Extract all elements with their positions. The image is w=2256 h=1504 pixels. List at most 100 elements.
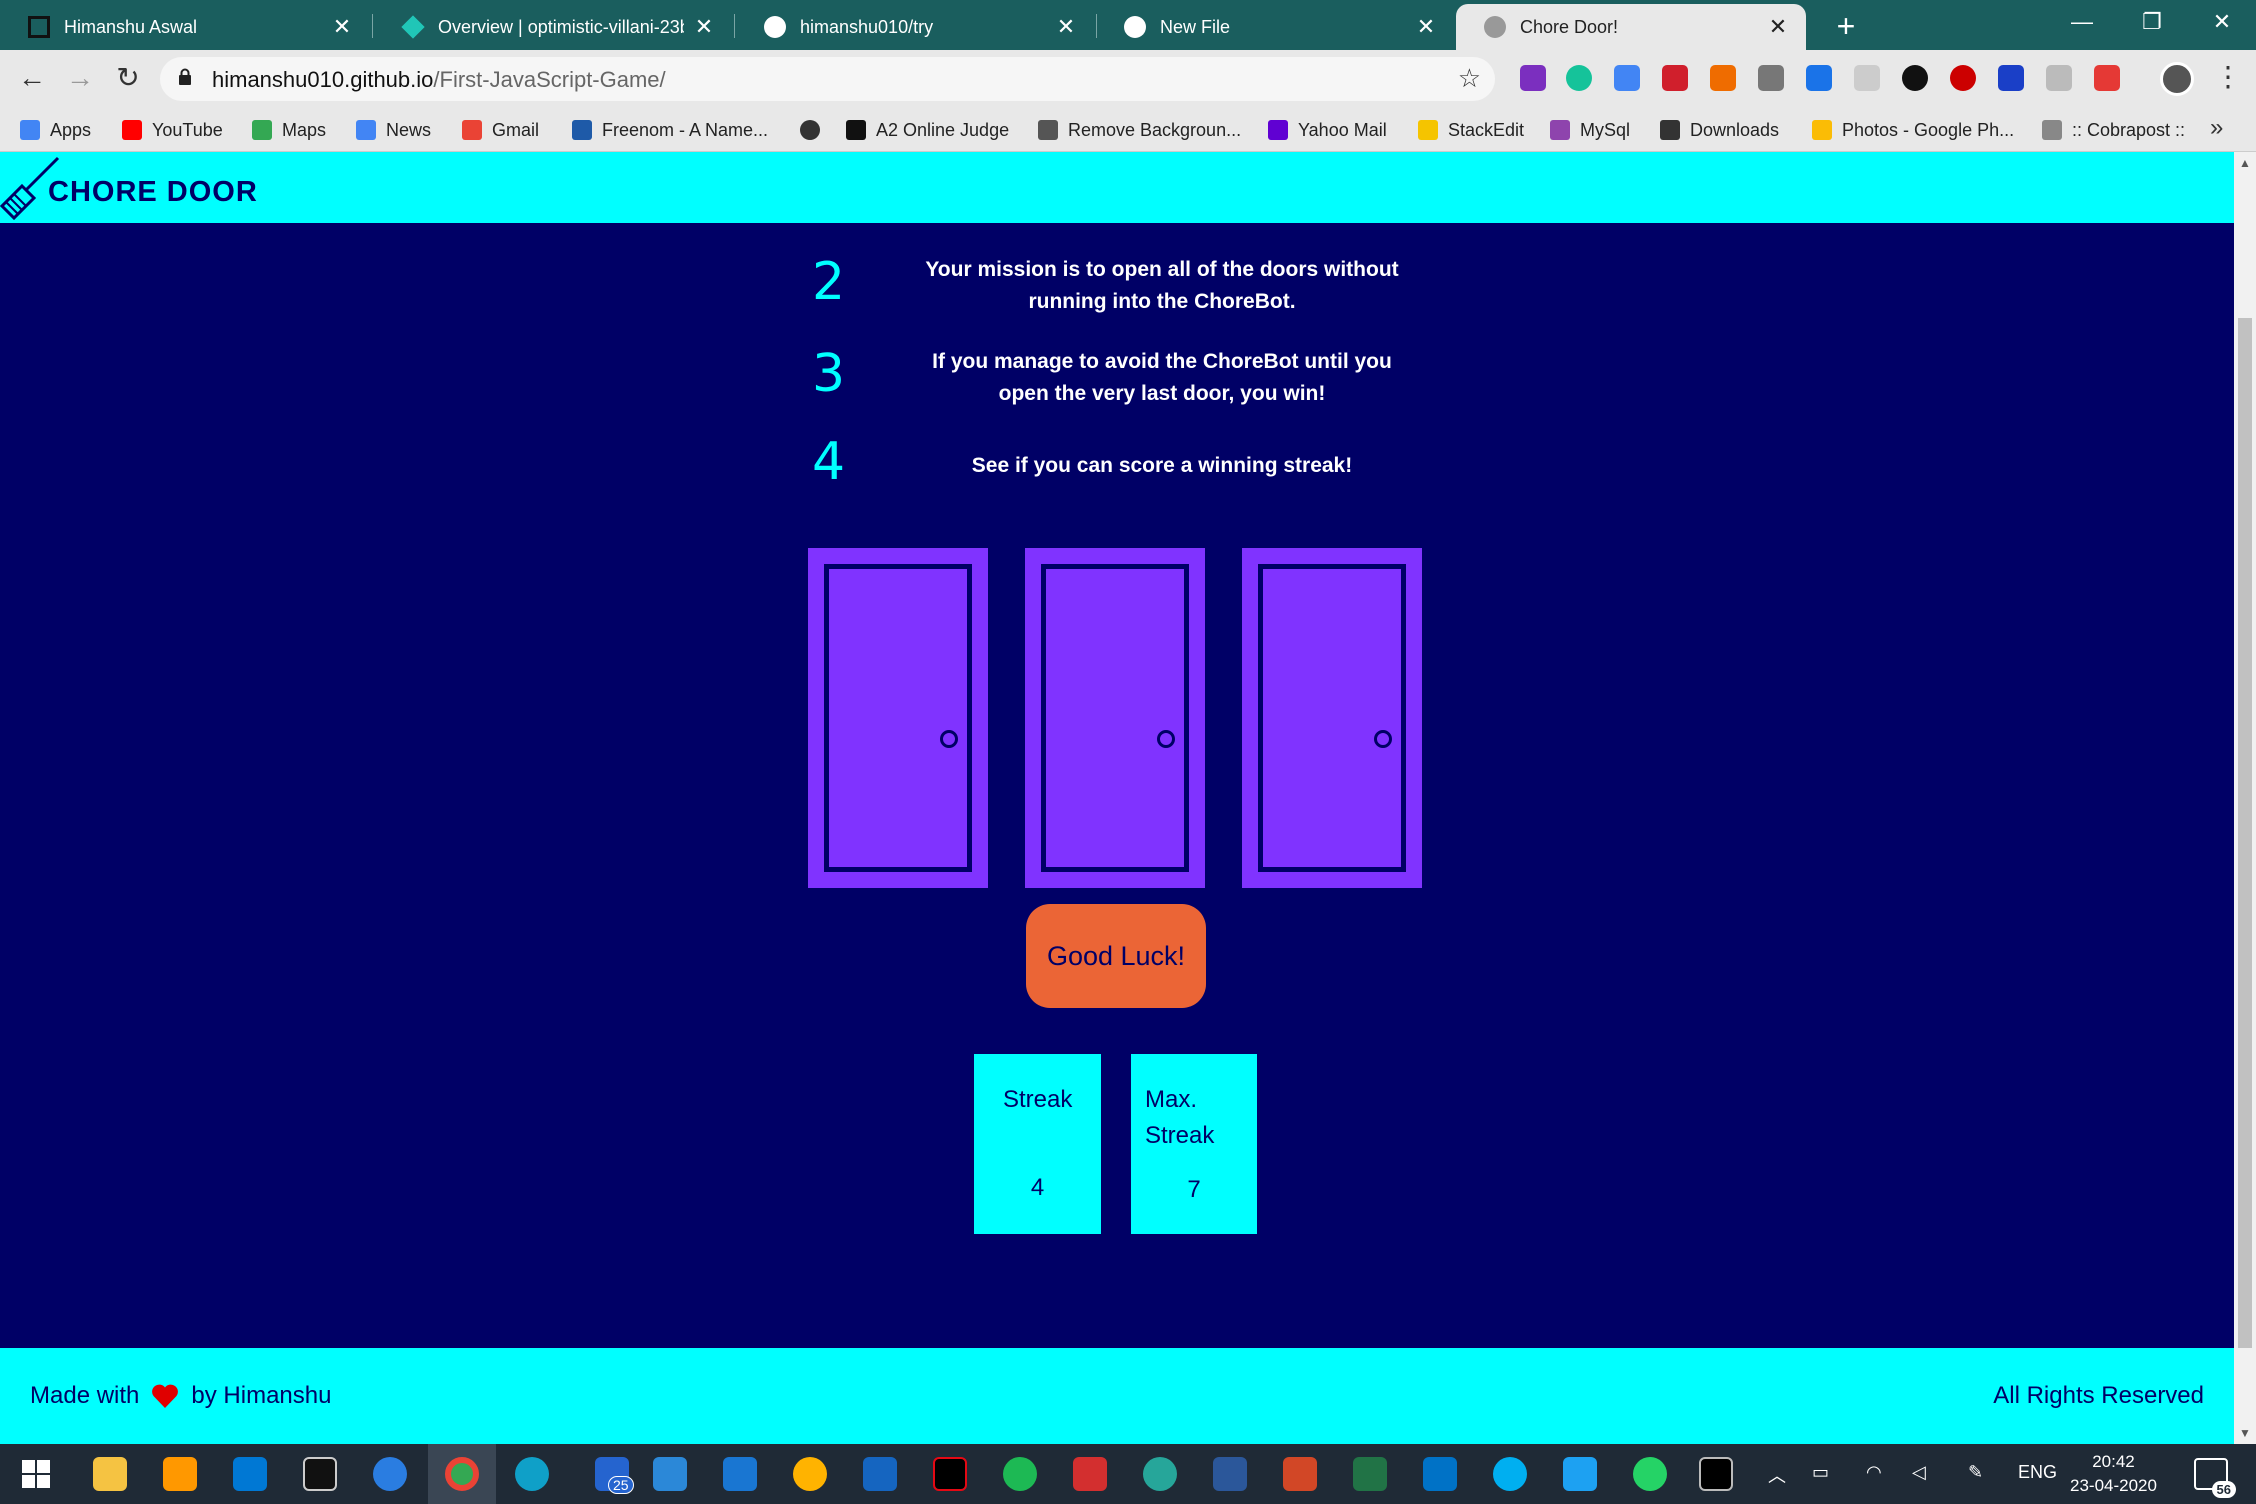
restore-button[interactable]: ❐ [2120, 0, 2184, 44]
grammarly-extension-icon[interactable] [1566, 65, 1592, 91]
windows-start-button[interactable] [2, 1444, 70, 1504]
close-icon[interactable]: ✕ [332, 14, 352, 40]
taskbar-powerpoint[interactable] [1266, 1444, 1334, 1504]
tab-new-file[interactable]: New File ✕ [1096, 4, 1454, 50]
lastpass-extension-icon[interactable] [1662, 65, 1688, 91]
bookmark-label: MySql [1580, 119, 1631, 140]
onenote-extension-icon[interactable] [1520, 65, 1546, 91]
menu-kebab-icon[interactable]: ⋮ [2214, 60, 2242, 93]
dots-extension-icon[interactable] [2094, 65, 2120, 91]
address-bar[interactable]: himanshu010.github.io/First-JavaScript-G… [160, 57, 1495, 101]
taskbar-calendar[interactable] [706, 1444, 774, 1504]
taskbar-vscode[interactable] [216, 1444, 284, 1504]
taskbar-chrome[interactable] [428, 1444, 496, 1504]
braces-extension-icon[interactable] [1854, 65, 1880, 91]
wifi-icon[interactable]: ◠ [1866, 1462, 1882, 1483]
taskbar-spotify[interactable] [986, 1444, 1054, 1504]
tab-himanshu-aswal[interactable]: Himanshu Aswal ✕ [0, 4, 370, 50]
bookmark-freenom[interactable]: Freenom - A Name... [572, 108, 768, 152]
bookmarks-bar: Apps YouTube Maps News Gmail Freenom - A… [0, 108, 2256, 152]
taskbar-file-explorer[interactable] [76, 1444, 144, 1504]
system-clock[interactable]: 20:42 23-04-2020 [2070, 1450, 2157, 1498]
scroll-up-arrow-icon[interactable]: ▲ [2234, 156, 2256, 170]
taskbar-excel[interactable] [1336, 1444, 1404, 1504]
bookmark-remove-bg[interactable]: Remove Backgroun... [1038, 108, 1241, 152]
taskbar-brain-app[interactable] [1126, 1444, 1194, 1504]
scroll-down-arrow-icon[interactable]: ▼ [2234, 1426, 2256, 1440]
close-icon[interactable]: ✕ [694, 14, 714, 40]
chart-extension-icon[interactable] [1806, 65, 1832, 91]
volume-icon[interactable]: ◁ [1912, 1462, 1926, 1483]
flag-extension-icon[interactable] [1998, 65, 2024, 91]
bookmark-globe[interactable] [800, 108, 830, 152]
taskbar-twitter[interactable] [1546, 1444, 1614, 1504]
bookmark-cobrapost[interactable]: :: Cobrapost :: [2042, 108, 2185, 152]
pen-icon[interactable]: ✎ [1968, 1462, 1983, 1483]
close-icon[interactable]: ✕ [1416, 14, 1436, 40]
taskbar-outlook[interactable] [1406, 1444, 1474, 1504]
bookmark-star-icon[interactable]: ☆ [1458, 63, 1481, 94]
bookmark-a2-judge[interactable]: A2 Online Judge [846, 108, 1009, 152]
start-button[interactable]: Good Luck! [1026, 904, 1206, 1008]
taskbar-cmd[interactable] [1682, 1444, 1750, 1504]
translate-extension-icon[interactable] [1614, 65, 1640, 91]
bookmark-news[interactable]: News [356, 108, 431, 152]
notification-center-icon[interactable]: 56 [2194, 1458, 2236, 1498]
bookmark-mysql[interactable]: MySql [1550, 108, 1630, 152]
bookmarks-overflow-button[interactable]: » [2210, 114, 2223, 142]
battery-icon[interactable]: ▭ [1812, 1462, 1829, 1483]
record-extension-icon[interactable] [1950, 65, 1976, 91]
bookmark-google-photos[interactable]: Photos - Google Ph... [1812, 108, 2014, 152]
site-title: CHORE DOOR [48, 176, 258, 208]
taskbar-firefox[interactable] [356, 1444, 424, 1504]
browser-toolbar: ← → ↻ himanshu010.github.io/First-JavaSc… [0, 50, 2256, 108]
minimize-button[interactable]: — [2050, 0, 2114, 44]
scrollbar-thumb[interactable] [2238, 318, 2252, 1348]
taskbar-mail[interactable] [636, 1444, 704, 1504]
bookmark-downloads[interactable]: Downloads [1660, 108, 1779, 152]
taskbar-word[interactable] [1196, 1444, 1264, 1504]
footer-made-with: Made with [30, 1382, 140, 1409]
window-close-button[interactable]: ✕ [2190, 0, 2254, 44]
bookmark-maps[interactable]: Maps [252, 108, 326, 152]
taskbar-whatsapp[interactable] [1616, 1444, 1684, 1504]
taskbar-netflix[interactable] [916, 1444, 984, 1504]
tab-overview-netlify[interactable]: Overview | optimistic-villani-23b ✕ [374, 4, 732, 50]
close-icon[interactable]: ✕ [1768, 14, 1788, 40]
apps-grid-icon [20, 120, 40, 140]
reader-extension-icon[interactable] [1710, 65, 1736, 91]
close-icon[interactable]: ✕ [1056, 14, 1076, 40]
back-button[interactable]: ← [12, 58, 52, 98]
bookmark-yahoo-mail[interactable]: Yahoo Mail [1268, 108, 1387, 152]
k-extension-icon[interactable] [2046, 65, 2072, 91]
bookmark-gmail[interactable]: Gmail [462, 108, 539, 152]
language-indicator[interactable]: ENG [2018, 1462, 2057, 1483]
taskbar-terminal[interactable] [286, 1444, 354, 1504]
tab-chore-door[interactable]: Chore Door! ✕ [1456, 4, 1806, 50]
avatar[interactable] [2160, 62, 2194, 96]
bookmark-youtube[interactable]: YouTube [122, 108, 223, 152]
taskbar-skype[interactable] [1476, 1444, 1544, 1504]
door-3[interactable] [1242, 548, 1422, 888]
rule-item: 3 If you manage to avoid the ChoreBot un… [812, 344, 1412, 414]
taskbar-news[interactable] [1056, 1444, 1124, 1504]
forward-button[interactable]: → [60, 58, 100, 98]
taskbar-weather[interactable] [776, 1444, 844, 1504]
taskbar-edge[interactable] [498, 1444, 566, 1504]
group-extension-icon[interactable] [1758, 65, 1784, 91]
door-1[interactable] [808, 548, 988, 888]
bookmark-stackedit[interactable]: StackEdit [1418, 108, 1524, 152]
taskbar-stocks[interactable] [846, 1444, 914, 1504]
todo-badge: 25 [608, 1476, 634, 1494]
tab-github-try[interactable]: himanshu010/try ✕ [736, 4, 1094, 50]
code-extension-icon[interactable] [1902, 65, 1928, 91]
page-scrollbar[interactable]: ▲ ▼ [2234, 152, 2256, 1444]
bookmark-apps[interactable]: Apps [20, 108, 91, 152]
reload-button[interactable]: ↻ [108, 58, 148, 98]
taskbar-sublime[interactable] [146, 1444, 214, 1504]
door-2[interactable] [1025, 548, 1205, 888]
weather-icon [793, 1457, 827, 1491]
new-tab-button[interactable]: + [1826, 6, 1866, 46]
twitter-icon [1563, 1457, 1597, 1491]
chevron-up-icon[interactable]: ︿ [1768, 1462, 1786, 1488]
